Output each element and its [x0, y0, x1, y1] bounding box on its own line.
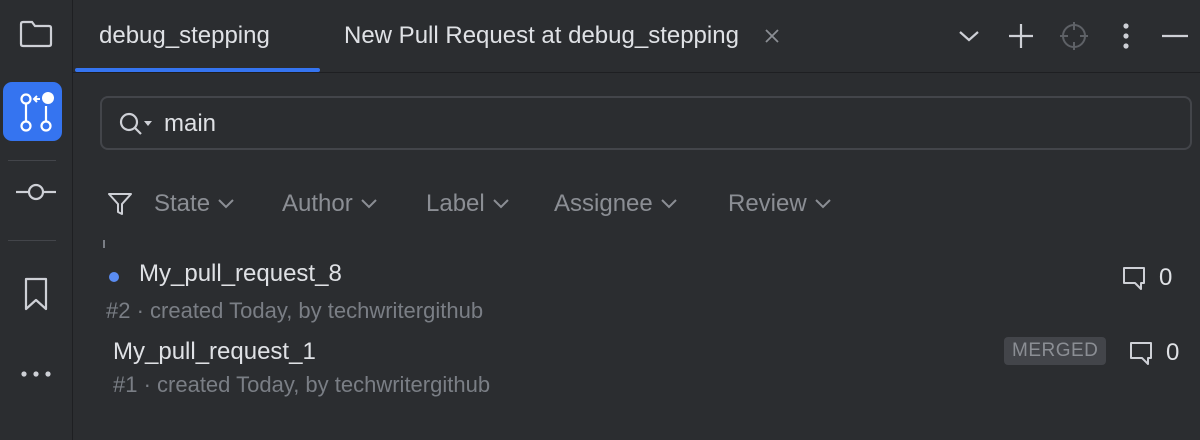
chevron-down-icon: [959, 31, 979, 42]
unread-indicator: [109, 272, 119, 282]
minimize-icon: [1162, 34, 1188, 38]
tab-new-pull-request[interactable]: New Pull Request at debug_stepping: [344, 0, 779, 72]
close-icon[interactable]: [765, 29, 779, 43]
divider: [8, 160, 56, 161]
list-item[interactable]: My_pull_request_1 #1 · created Today, by…: [73, 334, 1200, 404]
locate-button[interactable]: [1054, 16, 1094, 56]
bookmarks-button[interactable]: [0, 274, 72, 314]
chevron-down-icon: [218, 199, 234, 209]
comment-count: 0: [1128, 339, 1179, 367]
chevron-down-icon: [493, 199, 509, 209]
chevron-down-icon: [814, 199, 831, 209]
list-edge-mark: [103, 240, 105, 248]
active-tab-indicator: [75, 68, 320, 72]
filter-author[interactable]: Author: [282, 190, 377, 218]
comment-count-value: 0: [1159, 264, 1173, 291]
comment-icon: [1123, 267, 1145, 290]
list-item[interactable]: My_pull_request_8 #2 · created Today, by…: [73, 256, 1200, 326]
chevron-down-icon: [361, 199, 377, 209]
filter-label: Assignee: [554, 190, 653, 217]
filter-bar: State Author Label Assignee Review: [73, 178, 1200, 232]
tab-bar: debug_stepping New Pull Request at debug…: [73, 0, 1200, 73]
vertical-dots-icon: [1123, 23, 1129, 49]
pull-requests-icon-wrap: [0, 86, 72, 138]
tab-debug-stepping[interactable]: debug_stepping: [99, 0, 270, 72]
hide-button[interactable]: [1155, 16, 1195, 56]
filter-label: Author: [282, 190, 353, 217]
filter-review[interactable]: Review: [728, 190, 831, 218]
plus-icon: [1009, 24, 1033, 48]
filter-label-text: Label: [426, 190, 485, 217]
tabs-dropdown-button[interactable]: [949, 16, 989, 56]
new-tab-button[interactable]: [1001, 16, 1041, 56]
pull-requests-panel: debug_stepping New Pull Request at debug…: [73, 0, 1200, 440]
options-button[interactable]: [1106, 16, 1146, 56]
commit-icon: [16, 183, 56, 201]
tab-label: New Pull Request at debug_stepping: [344, 22, 739, 49]
search-value: main: [164, 110, 217, 137]
chevron-down-icon: [661, 199, 677, 209]
filter-assignee[interactable]: Assignee: [554, 190, 677, 218]
filter-label: Review: [728, 190, 807, 217]
more-icon: [21, 371, 51, 377]
tool-window-bar: [0, 0, 73, 440]
filter-label[interactable]: Label: [426, 190, 509, 218]
project-button[interactable]: [0, 14, 72, 54]
pr-title: My_pull_request_1: [113, 338, 316, 365]
tab-label: debug_stepping: [99, 22, 270, 49]
divider: [8, 240, 56, 241]
pr-subtitle: #2 · created Today, by techwritergithub: [106, 298, 484, 323]
commit-button[interactable]: [0, 176, 72, 208]
filter-label: State: [154, 190, 211, 217]
pr-title: My_pull_request_8: [139, 260, 342, 287]
pr-subtitle: #1 · created Today, by techwritergithub: [113, 372, 491, 397]
search-input[interactable]: main: [100, 96, 1192, 150]
search-icon: [119, 112, 152, 135]
comment-count: 0: [1121, 264, 1172, 292]
bookmark-icon: [24, 277, 48, 311]
comment-icon: [1130, 342, 1152, 365]
pull-requests-icon: [20, 92, 54, 132]
comment-count-value: 0: [1166, 339, 1180, 366]
target-icon: [1060, 22, 1088, 50]
more-tools-button[interactable]: [0, 362, 72, 386]
folder-icon: [19, 20, 53, 48]
filter-icon[interactable]: [107, 191, 133, 217]
filter-state[interactable]: State: [154, 190, 234, 218]
merged-badge: MERGED: [1004, 337, 1107, 365]
